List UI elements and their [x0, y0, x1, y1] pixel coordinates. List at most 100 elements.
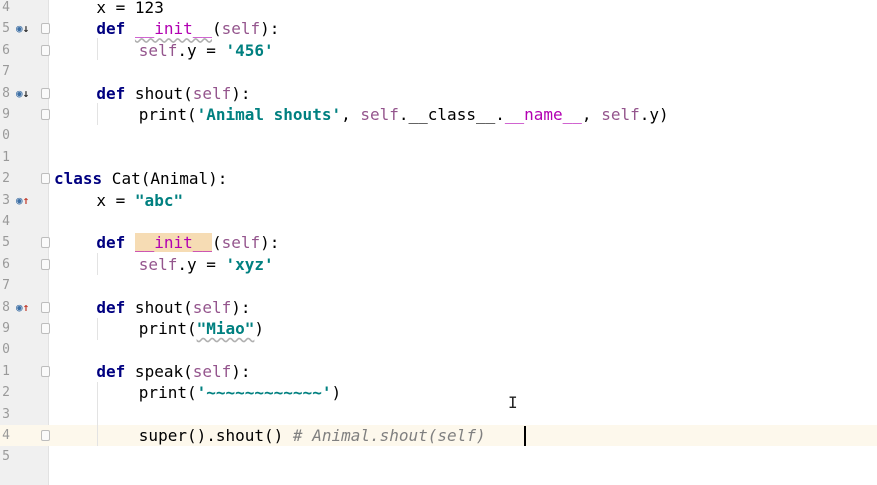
fold-toggle-icon[interactable] — [41, 237, 50, 249]
line-number: 1 — [2, 149, 10, 165]
line-number: 1 — [2, 363, 10, 379]
code-token: # Animal.shout(self) — [292, 426, 486, 445]
text-cursor-icon: I — [508, 393, 518, 412]
code-token: ): — [231, 361, 251, 381]
code-token: __name__ — [504, 105, 582, 124]
fold-toggle-icon[interactable] — [41, 109, 50, 120]
code-line[interactable]: 8 ◉↓ def shout(self): — [0, 83, 877, 104]
fold-toggle-icon[interactable] — [41, 23, 50, 35]
indent-guide — [97, 382, 98, 446]
code-token: def — [96, 83, 126, 103]
fold-toggle-icon[interactable] — [41, 44, 50, 56]
code-line[interactable]: 2 class Cat(Animal): — [0, 168, 877, 189]
fold-toggle-icon[interactable] — [41, 87, 50, 99]
code-token: __init__ — [134, 233, 212, 253]
code-text[interactable]: def __init__(self): — [96, 18, 279, 39]
code-text[interactable]: print("Miao") — [139, 318, 264, 339]
code-token: '~~~~~~~~~~~~' — [196, 383, 332, 403]
code-editor[interactable]: 4x = 123 5 ◉↓ def __init__(self): 6 self.y = … — [0, 0, 877, 485]
code-token: x = 123 — [96, 0, 164, 17]
code-token: class — [54, 169, 103, 189]
code-token: 'xyz' — [225, 254, 274, 274]
overriding-method-icon[interactable]: ◉↑ — [16, 300, 36, 316]
code-token: ): — [231, 83, 251, 103]
code-line[interactable]: 0 — [0, 125, 877, 146]
code-line[interactable]: 9 print("Miao") — [0, 318, 877, 339]
code-text[interactable]: x = 123 — [96, 0, 163, 18]
text-caret — [524, 426, 526, 446]
code-token: shout( — [125, 83, 193, 103]
code-line[interactable]: 5 ◉↓ def __init__(self): — [0, 18, 877, 39]
indent-guide — [97, 103, 98, 125]
fold-toggle-icon[interactable] — [41, 258, 50, 270]
code-text[interactable]: self.y = 'xyz' — [139, 254, 274, 275]
code-token: , — [581, 105, 602, 124]
line-number: 0 — [2, 342, 10, 358]
code-token: "abc" — [134, 190, 184, 210]
code-line[interactable]: 6 self.y = 'xyz' — [0, 254, 877, 275]
code-line[interactable]: 0 — [0, 339, 877, 360]
code-line[interactable]: 4 super().shout() # Animal.shout(self) — [0, 425, 877, 447]
code-token: , — [341, 105, 361, 124]
code-text[interactable]: def speak(self): — [96, 361, 250, 382]
code-token: __init__ — [134, 19, 212, 39]
fold-toggle-icon[interactable] — [41, 365, 50, 377]
code-token: 'Animal shouts' — [196, 105, 342, 124]
code-token: print( — [138, 105, 197, 124]
fold-toggle-icon[interactable] — [41, 430, 50, 441]
code-line[interactable]: 4 — [0, 211, 877, 232]
code-text[interactable]: class Cat(Animal): — [54, 168, 227, 189]
code-line[interactable]: 1 def speak(self): — [0, 361, 877, 382]
code-line[interactable]: 2 print('~~~~~~~~~~~~') — [0, 382, 877, 403]
overridden-method-icon[interactable]: ◉↓ — [16, 21, 36, 37]
line-number: 3 — [2, 406, 10, 422]
code-token: ( — [212, 19, 222, 39]
code-line[interactable]: 3 — [0, 404, 877, 425]
line-number: 6 — [2, 42, 10, 58]
overriding-method-icon[interactable]: ◉↑ — [16, 193, 36, 209]
indent-guide — [97, 38, 98, 60]
code-text[interactable]: super().shout() # Animal.shout(self) — [139, 425, 486, 446]
code-text[interactable]: print('~~~~~~~~~~~~') — [139, 382, 341, 403]
line-number: 7 — [2, 64, 10, 80]
line-number: 0 — [2, 128, 10, 144]
line-number: 3 — [2, 192, 10, 208]
code-token: ) — [331, 383, 342, 403]
code-token: self — [192, 297, 232, 317]
code-token: ) — [254, 319, 265, 338]
code-text[interactable]: def shout(self): — [96, 297, 250, 318]
fold-toggle-icon[interactable] — [41, 301, 50, 313]
code-line[interactable]: 1 — [0, 147, 877, 168]
code-line[interactable]: 7 — [0, 275, 877, 296]
code-line[interactable]: 5 def __init__(self): — [0, 232, 877, 253]
code-text[interactable]: def __init__(self): — [96, 232, 279, 253]
line-number: 8 — [2, 299, 10, 315]
code-token: .__class__. — [398, 105, 505, 124]
code-text[interactable]: self.y = '456' — [139, 40, 274, 61]
code-text[interactable]: print('Animal shouts', self.__class__.__… — [139, 104, 669, 125]
code-token: "Miao" — [196, 319, 255, 338]
code-line[interactable]: 8 ◉↑ def shout(self): — [0, 297, 877, 318]
code-text[interactable]: x = "abc" — [96, 190, 183, 211]
line-number: 2 — [2, 171, 10, 187]
line-number: 5 — [2, 449, 10, 465]
code-line[interactable]: 6 self.y = '456' — [0, 40, 877, 61]
code-line[interactable]: 3 ◉↑ x = "abc" — [0, 190, 877, 211]
code-token: self — [138, 254, 178, 274]
code-token: self — [360, 105, 399, 124]
code-line[interactable]: 5 — [0, 446, 877, 467]
code-line[interactable]: 9 print('Animal shouts', self.__class__._… — [0, 104, 877, 125]
code-token: .y = — [177, 40, 226, 60]
overridden-method-icon[interactable]: ◉↓ — [16, 86, 36, 102]
code-token: self — [221, 19, 261, 39]
code-text[interactable]: def shout(self): — [96, 83, 250, 104]
line-number: 9 — [2, 321, 10, 336]
code-token: print( — [138, 319, 197, 338]
fold-toggle-icon[interactable] — [41, 173, 50, 185]
code-token: self — [192, 361, 232, 381]
code-line[interactable]: 7 — [0, 61, 877, 82]
code-line[interactable]: 4 x = 123 — [0, 0, 877, 18]
fold-toggle-icon[interactable] — [41, 323, 50, 334]
code-token: .y) — [639, 105, 669, 124]
